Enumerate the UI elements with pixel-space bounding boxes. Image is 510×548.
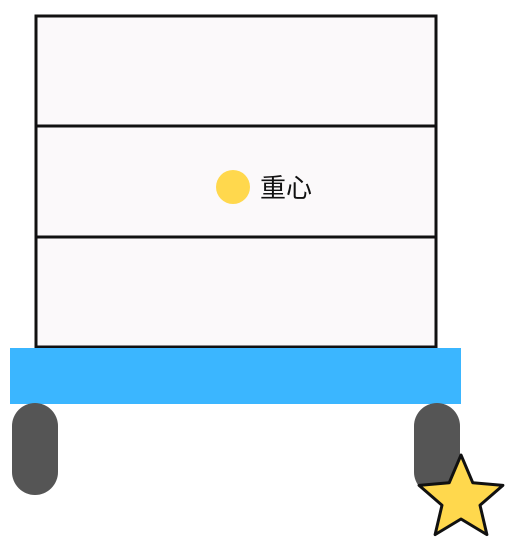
box-top bbox=[34, 14, 438, 128]
center-of-gravity-dot bbox=[216, 170, 250, 204]
center-of-gravity-label: 重心 bbox=[260, 174, 312, 204]
cart-platform bbox=[10, 348, 461, 404]
box-bottom bbox=[34, 235, 438, 349]
cart-diagram: 重心 bbox=[10, 14, 505, 537]
left-wheel bbox=[12, 403, 58, 495]
center-of-gravity: 重心 bbox=[216, 170, 312, 204]
